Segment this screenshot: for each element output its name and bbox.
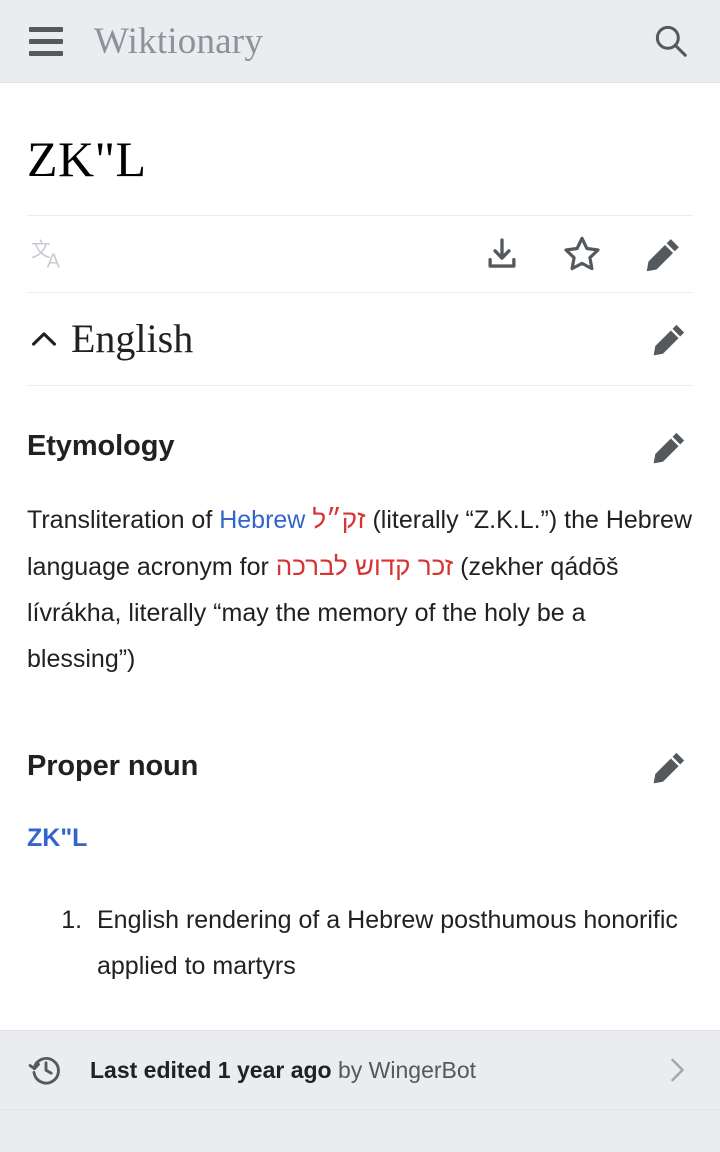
hamburger-bar: [29, 50, 63, 56]
etymology-section-header: Etymology: [27, 424, 693, 470]
hebrew-term-redlink[interactable]: זק״ל: [312, 504, 365, 534]
page-title: ZK"L: [27, 131, 147, 187]
language-icon[interactable]: 文 A: [27, 231, 73, 277]
chevron-right-icon[interactable]: [656, 1049, 698, 1091]
etymology-paragraph: Transliteration of Hebrew זק״ל (literall…: [27, 496, 693, 682]
headword-line: ZK"L: [27, 790, 693, 853]
last-edited-bar[interactable]: Last edited 1 year ago by WingerBot: [0, 1030, 720, 1111]
chevron-up-icon[interactable]: [27, 322, 61, 356]
download-icon[interactable]: [473, 225, 531, 283]
star-outline-icon[interactable]: [553, 225, 611, 283]
etymology-heading: Etymology: [27, 430, 175, 462]
edit-pencil-icon[interactable]: [635, 225, 693, 283]
divider: [27, 384, 693, 386]
proper-noun-section-header: Proper noun: [27, 744, 693, 790]
language-section-header-english[interactable]: English: [27, 293, 693, 385]
hamburger-menu-icon[interactable]: [20, 15, 72, 67]
proper-noun-heading: Proper noun: [27, 750, 199, 782]
article-content: ZK"L 文 A English Etymology Transliterati…: [0, 83, 720, 1031]
edit-pencil-icon[interactable]: [647, 424, 693, 470]
last-edited-timestamp: Last edited 1 year ago: [90, 1056, 332, 1083]
wiktionary-wordmark: Wiktionary: [94, 20, 264, 62]
edit-pencil-icon[interactable]: [647, 744, 693, 790]
svg-text:A: A: [47, 250, 61, 272]
history-clock-icon: [24, 1048, 68, 1092]
etymology-text-1: Transliteration of: [27, 505, 220, 534]
hebrew-language-link[interactable]: Hebrew: [219, 506, 305, 534]
hamburger-bar: [29, 38, 63, 44]
last-edited-author: by WingerBot: [331, 1056, 477, 1083]
definition-item: English rendering of a Hebrew posthumous…: [89, 897, 693, 989]
headword-link[interactable]: ZK"L: [27, 824, 87, 853]
page-action-bar: 文 A: [27, 216, 693, 292]
hebrew-phrase-redlink[interactable]: זכר קדוש לברכה: [276, 551, 453, 581]
definition-list: English rendering of a Hebrew posthumous…: [27, 897, 693, 989]
page-background-tail: [0, 1110, 720, 1152]
wiktionary-app-screen: Wiktionary ZK"L 文 A English Etymology Tr…: [0, 0, 720, 1152]
last-edited-text: Last edited 1 year ago by WingerBot: [90, 1057, 656, 1084]
app-header: Wiktionary: [0, 0, 720, 83]
hamburger-bar: [29, 26, 63, 32]
language-section-title: English: [71, 316, 194, 361]
edit-pencil-icon[interactable]: [647, 316, 693, 362]
search-icon[interactable]: [644, 14, 698, 68]
